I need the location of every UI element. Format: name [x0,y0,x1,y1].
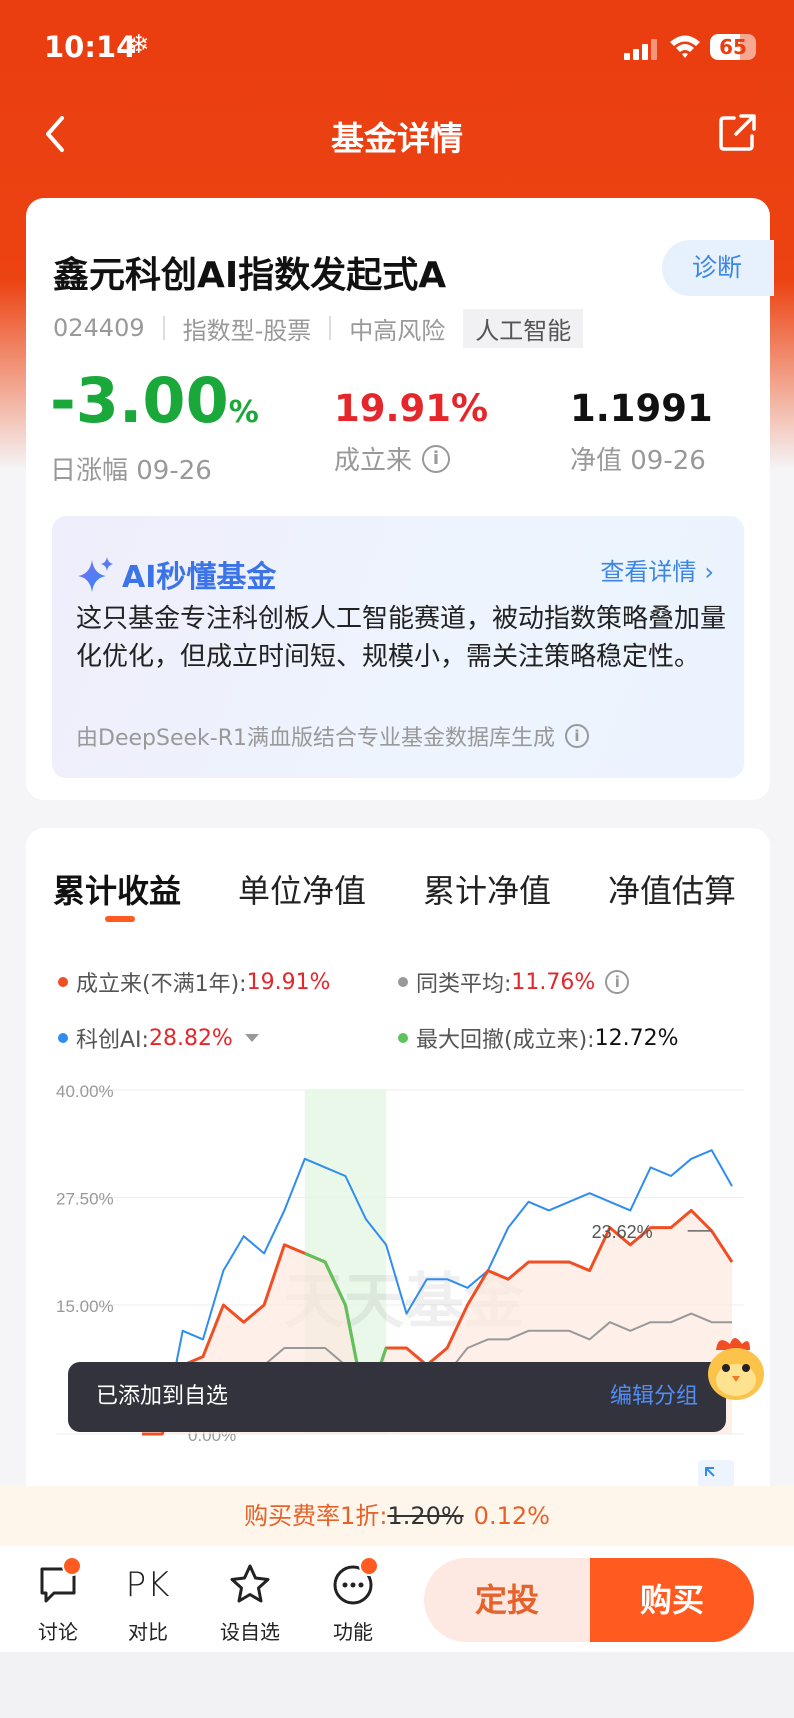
y-tick-label: 27.50% [56,1190,114,1209]
chevron-right-icon: › [704,558,714,586]
fund-code: 024409 [53,314,145,342]
share-icon[interactable] [716,112,758,154]
info-icon[interactable]: i [564,724,589,748]
ai-source-note: 由DeepSeek-R1满血版结合专业基金数据库生成 i [76,720,589,752]
toast-message: 已添加到自选 [96,1384,229,1409]
sip-button[interactable]: 定投 [424,1558,590,1642]
divider [162,316,165,340]
since-inception-label: 成立来 [334,446,413,476]
ai-title-text: AI秒懂基金 [122,560,277,595]
snowflake-icon: ❄ [128,30,150,60]
edit-group-link[interactable]: 编辑分组 [610,1362,698,1432]
ai-summary-text: 这只基金专注科创板人工智能赛道，被动指数策略叠加量化优化，但成立时间短、规模小，… [76,604,727,672]
y-tick-label: 40.00% [56,1082,114,1101]
buy-button[interactable]: 购买 [590,1558,754,1642]
nav-label: 净值 09-26 [570,446,706,476]
daily-change-value: -3.00% [50,364,259,437]
diagnose-button[interactable]: 诊断 [662,240,774,296]
discuss-button[interactable]: 讨论 [18,1556,98,1645]
fund-risk: 中高风险 [349,316,446,345]
functions-label: 功能 [333,1620,373,1644]
notification-dot [62,1556,82,1576]
since-inception-value: 19.91% [334,387,489,430]
peak-annotation: 23.62% [592,1222,653,1242]
status-time: 10:14 [44,30,137,64]
sparkle-icon [78,557,113,592]
nav-value: 1.1991 [570,387,713,430]
ai-title: AI秒懂基金 [76,552,276,596]
fee-banner[interactable]: 购买费率1折:1.20% 0.12% [0,1486,794,1546]
wifi-icon [670,35,700,58]
y-tick-label: 15.00% [56,1297,114,1316]
bottom-action-bar: 讨论 PK 对比 设自选 功能 定投 购买 [0,1546,794,1652]
discuss-label: 讨论 [38,1620,78,1644]
functions-button[interactable]: 功能 [313,1556,393,1645]
daily-change-stat: -3.00% 日涨幅 09-26 [50,368,259,487]
notification-dot [359,1556,379,1576]
bottom-safe-area [0,1652,794,1718]
since-inception-label-row: 成立来 i [334,440,488,477]
battery-icon: 65 [710,34,756,60]
star-icon [230,1564,270,1603]
battery-level: 65 [719,35,747,59]
since-inception-stat: 19.91% 成立来 i [334,368,488,477]
toast: 已添加到自选 编辑分组 [68,1362,726,1432]
compare-label: 对比 [128,1620,168,1644]
add-watchlist-button[interactable]: 设自选 [210,1562,290,1645]
pk-icon: PK [125,1565,171,1605]
info-icon[interactable]: i [422,444,451,473]
mascot-icon[interactable] [704,1330,768,1406]
daily-change-label: 日涨幅 09-26 [50,456,212,486]
fund-name: 鑫元科创AI指数发起式A [53,255,447,296]
fund-meta: 024409 指数型-股票 中高风险 人工智能 [53,308,584,348]
status-bar: 10:14 ❄ 65 [0,0,794,90]
fee-prefix: 购买费率1折: [244,1502,388,1530]
fee-original: 1.20% [387,1502,464,1530]
page-title: 基金详情 [331,119,463,158]
fund-type: 指数型-股票 [182,316,312,345]
fee-discount: 0.12% [473,1502,550,1530]
ai-view-details-link[interactable]: 查看详情 › [600,552,714,592]
ai-summary-box[interactable]: AI秒懂基金 查看详情 › 这只基金专注科创板人工智能赛道，被动指数策略叠加量化优… [52,516,744,778]
fund-summary-card: 鑫元科创AI指数发起式A 诊断 024409 指数型-股票 中高风险 人工智能 … [26,198,774,512]
fund-theme-tag[interactable]: 人工智能 [463,308,584,348]
signal-icon [624,38,660,60]
add-watchlist-label: 设自选 [220,1620,280,1644]
ai-summary-card: AI秒懂基金 查看详情 › 这只基金专注科创板人工智能赛道，被动指数策略叠加量化优… [26,512,770,800]
compare-button[interactable]: PK 对比 [108,1562,188,1645]
nav-stat: 1.1991 净值 09-26 [570,368,713,477]
divider [329,316,332,340]
